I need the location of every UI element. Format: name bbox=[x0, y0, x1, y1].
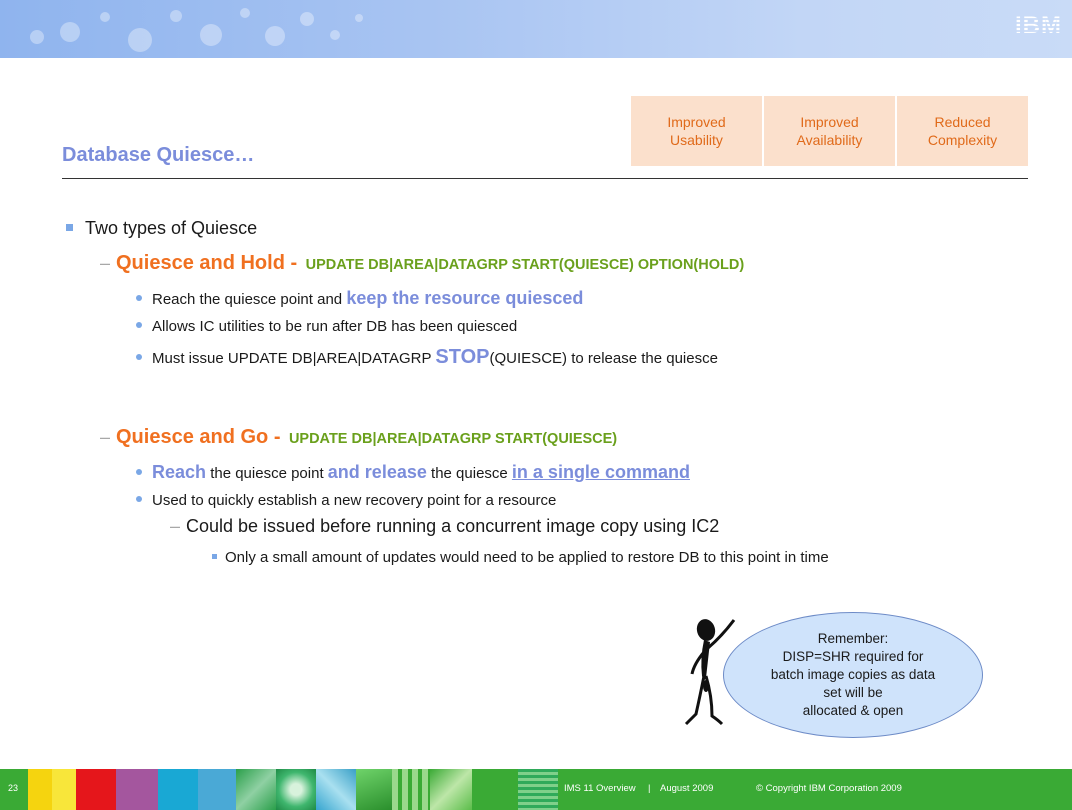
dot-bullet-icon bbox=[136, 469, 142, 476]
bullet-text: the quiesce point bbox=[206, 465, 328, 482]
command-text: UPDATE DB|AREA|DATAGRP START(QUIESCE) bbox=[288, 431, 618, 447]
decorative-dot bbox=[355, 14, 363, 22]
go-subsub-bullet: Only a small amount of updates would nee… bbox=[212, 548, 1032, 568]
bullet-text: Reach the quiesce point and bbox=[152, 291, 347, 308]
bullet-level1: Two types of Quiesce bbox=[66, 218, 257, 239]
emphasis-link: in a single command bbox=[511, 462, 690, 482]
emphasis-text: and release bbox=[327, 462, 427, 482]
go-bullet-2: Used to quickly establish a new recovery… bbox=[136, 492, 556, 509]
title-divider bbox=[62, 178, 1028, 179]
dash-bullet-icon: – bbox=[170, 516, 181, 536]
ibm-logo: IBM bbox=[1015, 12, 1062, 39]
category-improved-availability: Improved Availability bbox=[764, 96, 895, 166]
emphasis-text: STOP bbox=[435, 346, 490, 368]
dash-bullet-icon: – bbox=[100, 427, 111, 447]
emphasis-text: Reach bbox=[152, 462, 207, 482]
top-banner: IBM bbox=[0, 0, 1072, 58]
slide-number: 23 bbox=[8, 783, 19, 793]
square-bullet-icon bbox=[66, 223, 73, 231]
footer-product: IMS 11 Overview bbox=[564, 783, 636, 794]
footer-date: August 2009 bbox=[660, 783, 714, 794]
decorative-dot bbox=[300, 12, 314, 26]
image-tile bbox=[316, 769, 356, 810]
callout-line: DISP=SHR required for bbox=[782, 649, 924, 664]
color-tile bbox=[158, 769, 198, 810]
hold-bullet-3: Must issue UPDATE DB|AREA|DATAGRP STOP(Q… bbox=[136, 346, 718, 369]
color-tile bbox=[116, 769, 158, 810]
page-title: Database Quiesce… bbox=[62, 144, 255, 166]
image-tile bbox=[276, 769, 316, 810]
heading-text: Quiesce and Hold - bbox=[116, 252, 298, 274]
bullet-text: Only a small amount of updates would nee… bbox=[225, 549, 829, 566]
decorative-dot bbox=[265, 26, 285, 46]
decorative-dot bbox=[30, 30, 44, 44]
color-tile bbox=[52, 769, 76, 810]
category-improved-usability: Improved Usability bbox=[631, 96, 762, 166]
footer-separator: | bbox=[648, 783, 651, 794]
bullet-text: Two types of Quiesce bbox=[85, 218, 258, 238]
category-reduced-complexity: Reduced Complexity bbox=[897, 96, 1028, 166]
bullet-text: Could be issued before running a concurr… bbox=[186, 516, 720, 536]
image-tile bbox=[392, 769, 430, 810]
quiesce-go-heading: – Quiesce and Go - UPDATE DB|AREA|DATAGRP… bbox=[100, 426, 617, 449]
decorative-dot bbox=[128, 28, 152, 52]
dot-bullet-icon bbox=[136, 295, 142, 302]
quiesce-hold-heading: – Quiesce and Hold - UPDATE DB|AREA|DATAG… bbox=[100, 252, 744, 275]
command-text: UPDATE DB|AREA|DATAGRP START(QUIESCE) OP… bbox=[305, 257, 745, 273]
go-bullet-1: Reach the quiesce point and release the … bbox=[136, 462, 690, 483]
color-tile bbox=[76, 769, 116, 810]
callout-line: Remember: bbox=[817, 631, 889, 646]
footer-bar: 23 IMS 11 Overview | August 2009 © Copyr… bbox=[0, 769, 1072, 810]
decorative-dot bbox=[200, 24, 222, 46]
footer-copyright: © Copyright IBM Corporation 2009 bbox=[756, 783, 902, 794]
heading-text: Quiesce and Go - bbox=[116, 426, 281, 448]
decorative-dot bbox=[100, 12, 110, 22]
decorative-dot bbox=[170, 10, 182, 22]
color-tile bbox=[198, 769, 236, 810]
callout-line: allocated & open bbox=[802, 703, 904, 718]
bullet-text: the quiesce bbox=[426, 465, 512, 482]
decorative-dot bbox=[60, 22, 80, 42]
image-tile bbox=[236, 769, 276, 810]
hold-bullet-2: Allows IC utilities to be run after DB h… bbox=[136, 318, 517, 335]
image-tile bbox=[356, 769, 392, 810]
decorative-dot bbox=[330, 30, 340, 40]
bullet-text: Used to quickly establish a new recovery… bbox=[152, 492, 557, 509]
bullet-text: Allows IC utilities to be run after DB h… bbox=[152, 318, 518, 335]
square-bullet-icon bbox=[212, 553, 217, 559]
hold-bullet-1: Reach the quiesce point and keep the res… bbox=[136, 288, 583, 309]
go-sub-bullet: – Could be issued before running a concur… bbox=[170, 516, 719, 537]
callout-line: batch image copies as data bbox=[770, 667, 936, 682]
dash-bullet-icon: – bbox=[100, 253, 111, 273]
image-tile bbox=[430, 769, 472, 810]
image-tile bbox=[518, 769, 558, 810]
dot-bullet-icon bbox=[136, 354, 142, 361]
emphasis-text: keep the resource quiesced bbox=[346, 288, 584, 308]
bullet-text: (QUIESCE) to release the quiesce bbox=[489, 350, 718, 367]
dot-bullet-icon bbox=[136, 322, 142, 329]
color-tile bbox=[28, 769, 52, 810]
reminder-callout: Remember: DISP=SHR required for batch im… bbox=[723, 612, 983, 738]
callout-line: set will be bbox=[823, 685, 883, 700]
dot-bullet-icon bbox=[136, 496, 142, 503]
bullet-text: Must issue UPDATE DB|AREA|DATAGRP bbox=[152, 350, 436, 367]
decorative-dot bbox=[240, 8, 250, 18]
